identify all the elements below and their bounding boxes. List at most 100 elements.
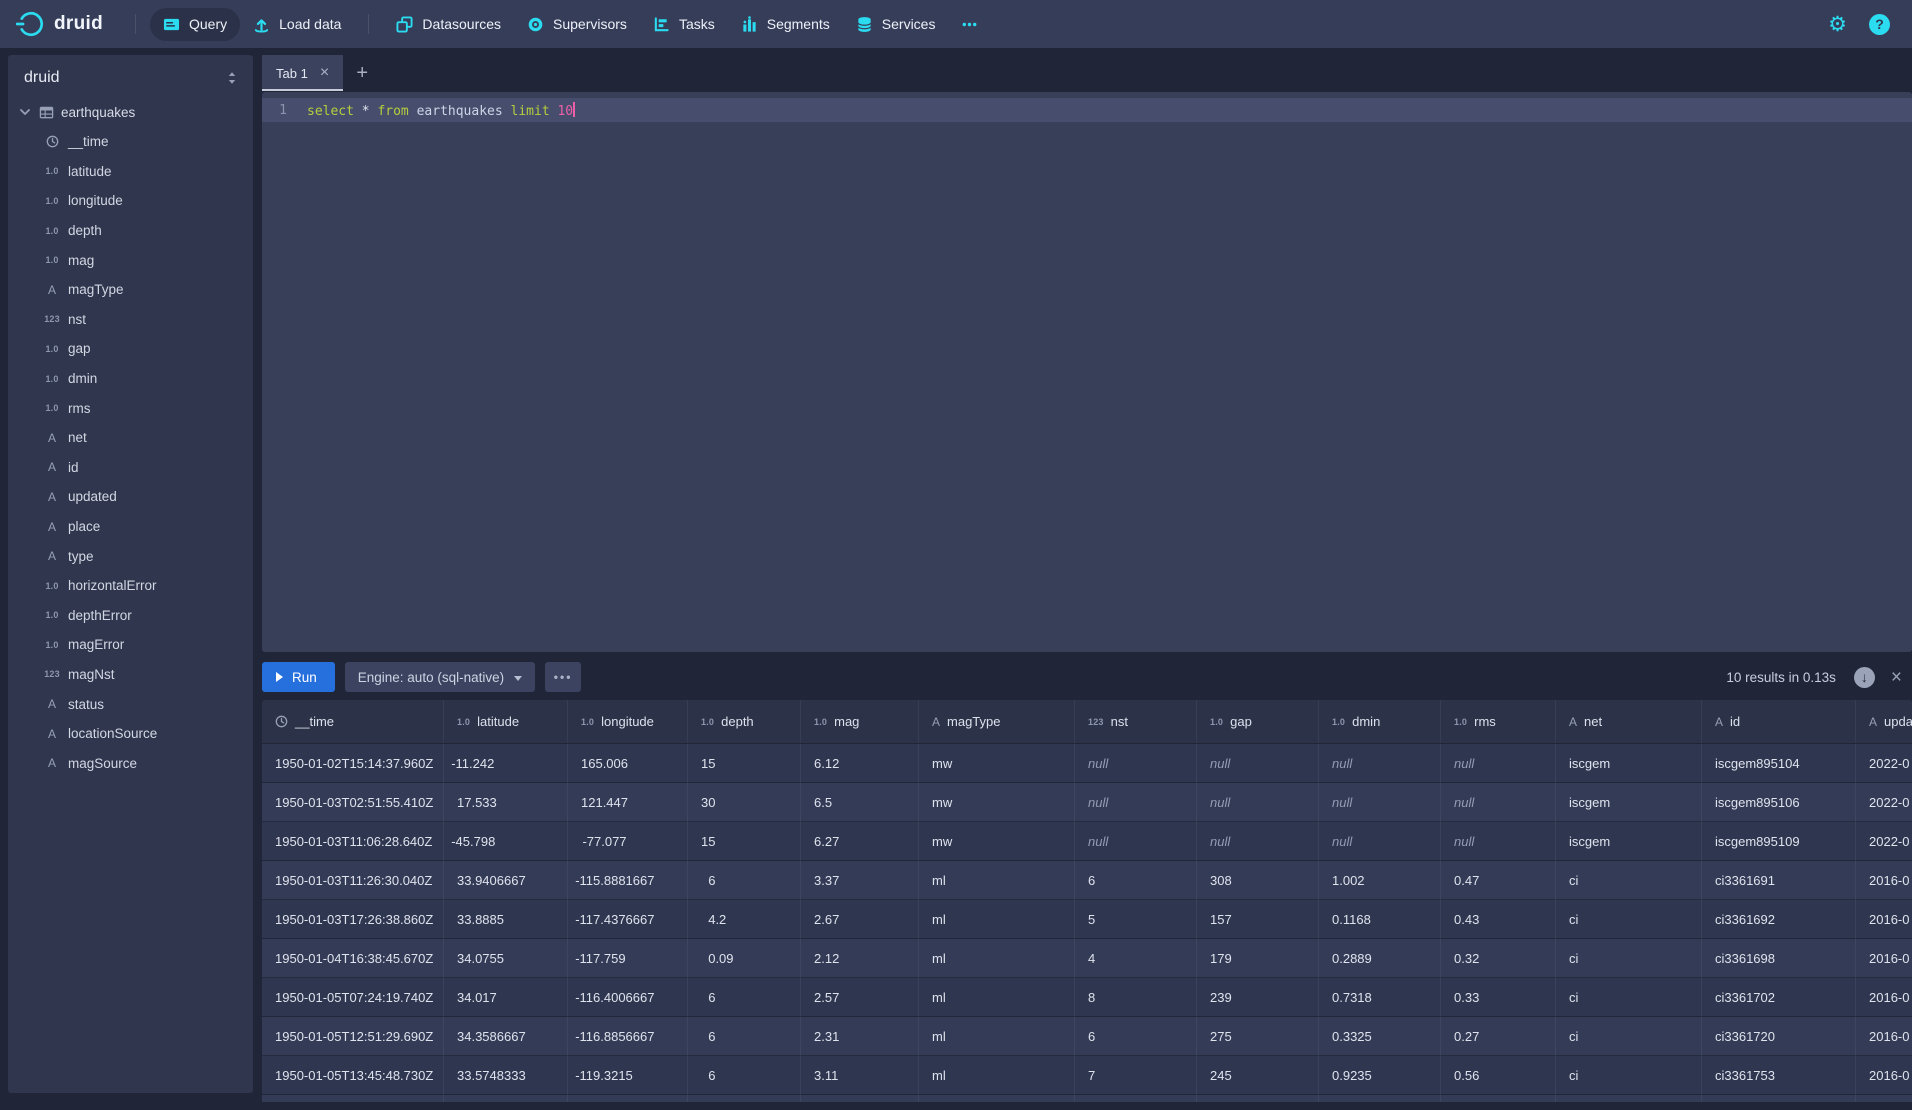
cell-net[interactable]: ci — [1556, 861, 1702, 900]
sidebar-field-mag[interactable]: 1.0mag — [8, 245, 253, 275]
cell-magType[interactable]: mw — [919, 744, 1075, 783]
sidebar-field-rms[interactable]: 1.0rms — [8, 393, 253, 423]
cell-net[interactable]: ci — [1556, 939, 1702, 978]
cell-__time[interactable]: 1950-01-03T17:26:38.860Z — [262, 900, 444, 939]
datasource-row-earthquakes[interactable]: earthquakes — [8, 97, 253, 127]
cell-__time[interactable]: 1950-01-04T16:38:45.670Z — [262, 939, 444, 978]
chevron-down-icon[interactable] — [18, 105, 32, 119]
cell-id[interactable]: iscgem895104 — [1702, 744, 1856, 783]
column-header-latitude[interactable]: 1.0latitude — [444, 700, 568, 743]
cell-gap[interactable]: null — [1197, 744, 1319, 783]
cell-updated[interactable]: 2022-0 — [1856, 822, 1912, 861]
cell-mag[interactable]: 6.27 — [801, 822, 919, 861]
cell-nst[interactable]: 7 — [1075, 1056, 1197, 1095]
cell-gap[interactable]: 239 — [1197, 978, 1319, 1017]
cell-rms[interactable]: 0.27 — [1441, 1017, 1556, 1056]
cell-longitude[interactable]: -119.3215 — [568, 1056, 688, 1095]
cell-dmin[interactable]: 0.2889 — [1319, 939, 1441, 978]
sidebar-field-depthError[interactable]: 1.0depthError — [8, 601, 253, 631]
column-header-updated[interactable]: Aupdated — [1856, 700, 1912, 743]
cell-longitude[interactable]: 121.447 — [568, 783, 688, 822]
column-header-gap[interactable]: 1.0gap — [1197, 700, 1319, 743]
cell-net[interactable]: iscgem — [1556, 783, 1702, 822]
cell-depth[interactable]: 4.2 — [688, 900, 801, 939]
sidebar-field-latitude[interactable]: 1.0latitude — [8, 157, 253, 187]
cell-magType[interactable]: ml — [919, 978, 1075, 1017]
cell-nst[interactable]: null — [1075, 744, 1197, 783]
cell-updated[interactable]: 2016-0 — [1856, 861, 1912, 900]
cell-nst[interactable]: 6 — [1075, 861, 1197, 900]
cell-rms[interactable]: 0.43 — [1441, 900, 1556, 939]
nav-item-query[interactable]: Query — [150, 8, 240, 41]
cell-gap[interactable]: 157 — [1197, 900, 1319, 939]
sidebar-field-place[interactable]: Aplace — [8, 512, 253, 542]
cell-rms[interactable]: 0.33 — [1441, 978, 1556, 1017]
cell-gap[interactable]: null — [1197, 822, 1319, 861]
cell-latitude[interactable]: 34.0755 — [444, 939, 568, 978]
cell-gap[interactable] — [1197, 1095, 1319, 1102]
nav-item-load-data[interactable]: Load data — [240, 8, 354, 41]
cell-dmin[interactable]: 0.9235 — [1319, 1056, 1441, 1095]
cell-latitude[interactable]: -45.798 — [444, 822, 568, 861]
cell-mag[interactable]: 2.31 — [801, 1017, 919, 1056]
column-header-rms[interactable]: 1.0rms — [1441, 700, 1556, 743]
cell-net[interactable]: iscgem — [1556, 822, 1702, 861]
sidebar-field-updated[interactable]: Aupdated — [8, 482, 253, 512]
cell-depth[interactable]: 15 — [688, 822, 801, 861]
cell-depth[interactable]: 6 — [688, 978, 801, 1017]
cell-latitude[interactable]: 33.9406667 — [444, 861, 568, 900]
sidebar-field-magType[interactable]: AmagType — [8, 275, 253, 305]
sidebar-field-horizontalError[interactable]: 1.0horizontalError — [8, 571, 253, 601]
cell-rms[interactable]: null — [1441, 822, 1556, 861]
cell-updated[interactable]: 2022-0 — [1856, 744, 1912, 783]
cell-magType[interactable]: mw — [919, 822, 1075, 861]
cell-mag[interactable]: 2.67 — [801, 900, 919, 939]
cell-dmin[interactable]: null — [1319, 744, 1441, 783]
cell-dmin[interactable]: 1.002 — [1319, 861, 1441, 900]
sidebar-field-locationSource[interactable]: AlocationSource — [8, 719, 253, 749]
sidebar-field-nst[interactable]: 123nst — [8, 305, 253, 335]
cell-id[interactable]: ci3361698 — [1702, 939, 1856, 978]
nav-item-datasources[interactable]: Datasources — [383, 8, 514, 41]
cell-gap[interactable]: null — [1197, 783, 1319, 822]
cell-rms[interactable]: 0.32 — [1441, 939, 1556, 978]
cell-dmin[interactable]: 0.7318 — [1319, 978, 1441, 1017]
cell-id[interactable]: ci3361692 — [1702, 900, 1856, 939]
cell-id[interactable]: ci3361720 — [1702, 1017, 1856, 1056]
cell-net[interactable]: ci — [1556, 1056, 1702, 1095]
more-menu-button[interactable] — [948, 8, 991, 41]
new-tab-button[interactable]: + — [343, 55, 381, 91]
cell-__time[interactable] — [262, 1095, 444, 1102]
cell-longitude[interactable]: -77.077 — [568, 822, 688, 861]
cell-__time[interactable]: 1950-01-05T12:51:29.690Z — [262, 1017, 444, 1056]
cell-id[interactable] — [1702, 1095, 1856, 1102]
cell-latitude[interactable] — [444, 1095, 568, 1102]
cell-latitude[interactable]: 33.5748333 — [444, 1056, 568, 1095]
column-header-magType[interactable]: AmagType — [919, 700, 1075, 743]
nav-item-services[interactable]: Services — [843, 8, 949, 41]
cell-nst[interactable]: 6 — [1075, 1017, 1197, 1056]
cell-id[interactable]: iscgem895106 — [1702, 783, 1856, 822]
cell-__time[interactable]: 1950-01-03T11:06:28.640Z — [262, 822, 444, 861]
sidebar-field-type[interactable]: Atype — [8, 541, 253, 571]
cell-dmin[interactable]: null — [1319, 783, 1441, 822]
column-header-nst[interactable]: 123nst — [1075, 700, 1197, 743]
cell-__time[interactable]: 1950-01-03T11:26:30.040Z — [262, 861, 444, 900]
druid-brand[interactable]: druid — [16, 9, 103, 39]
cell-updated[interactable]: 2022-0 — [1856, 783, 1912, 822]
cell-__time[interactable]: 1950-01-05T13:45:48.730Z — [262, 1056, 444, 1095]
cell-nst[interactable]: null — [1075, 822, 1197, 861]
tab-close-icon[interactable]: × — [320, 65, 329, 81]
cell-latitude[interactable]: 34.017 — [444, 978, 568, 1017]
cell-depth[interactable]: 0.09 — [688, 939, 801, 978]
cell-gap[interactable]: 245 — [1197, 1056, 1319, 1095]
cell-__time[interactable]: 1950-01-03T02:51:55.410Z — [262, 783, 444, 822]
cell-net[interactable]: iscgem — [1556, 744, 1702, 783]
sidebar-field-status[interactable]: Astatus — [8, 689, 253, 719]
query-more-options-button[interactable]: ••• — [545, 662, 581, 692]
cell-updated[interactable]: 2016-0 — [1856, 1056, 1912, 1095]
run-button[interactable]: Run — [262, 662, 335, 692]
cell-longitude[interactable]: -117.759 — [568, 939, 688, 978]
cell-longitude[interactable]: 165.006 — [568, 744, 688, 783]
cell-magType[interactable]: ml — [919, 1017, 1075, 1056]
